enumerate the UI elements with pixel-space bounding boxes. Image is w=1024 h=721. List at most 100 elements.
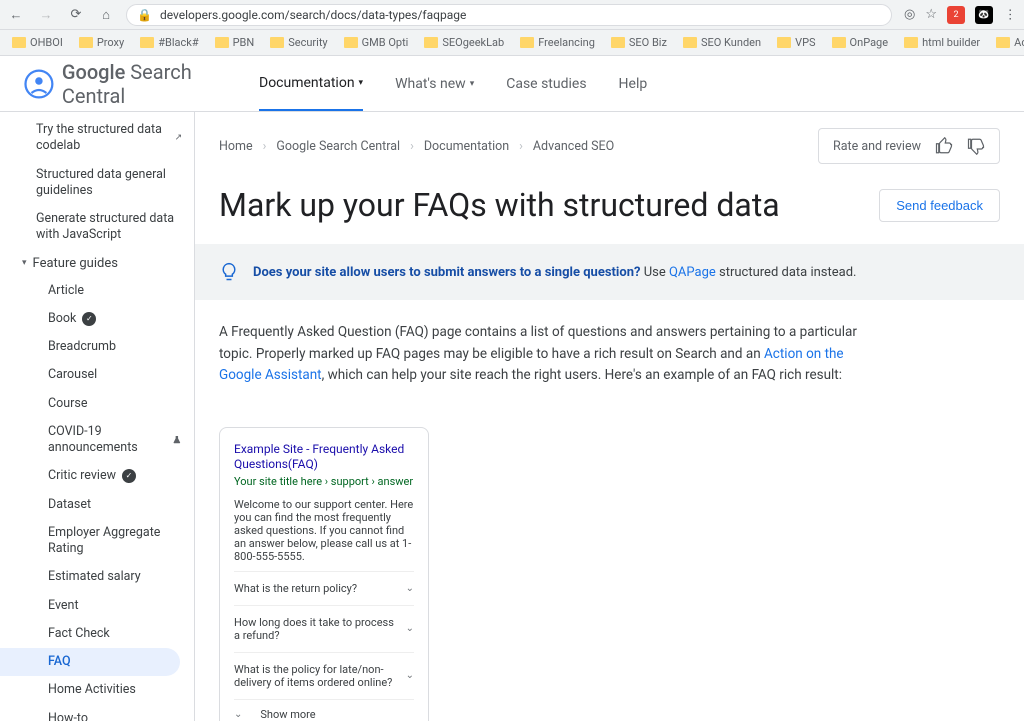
bookmark-item[interactable]: #Black# xyxy=(134,34,204,51)
breadcrumb: Home › Google Search Central › Documentation… xyxy=(219,139,614,154)
logo-text: Google Search Central xyxy=(62,60,259,108)
sidebar-item-book[interactable]: Book✓ xyxy=(0,305,194,333)
sidebar-group-feature-guides[interactable]: Feature guides xyxy=(0,250,194,277)
folder-icon xyxy=(832,37,846,48)
home-button[interactable]: ⌂ xyxy=(98,7,114,23)
folder-icon xyxy=(270,37,284,48)
folder-icon xyxy=(79,37,93,48)
sidebar-item-estimated-salary[interactable]: Estimated salary xyxy=(0,563,194,591)
bookmark-item[interactable]: Freelancing xyxy=(514,34,601,51)
sidebar-item-faq[interactable]: FAQ xyxy=(0,648,180,676)
sidebar-item-employer-aggregate-rating[interactable]: Employer Aggregate Rating xyxy=(0,519,194,564)
bookmark-item[interactable]: SEO Kunden xyxy=(677,34,767,51)
sidebar-item-covid-19-announcements[interactable]: COVID-19 announcements xyxy=(0,418,194,463)
example-show-more: ⌄Show more xyxy=(234,700,414,721)
folder-icon xyxy=(996,37,1010,48)
main-content[interactable]: Home › Google Search Central › Documentation… xyxy=(195,112,1024,721)
bookmark-item[interactable]: GMB Opti xyxy=(338,34,415,51)
send-feedback-button[interactable]: Send feedback xyxy=(879,189,1000,222)
chevron-down-icon: ⌄ xyxy=(406,670,414,681)
tip-banner: Does your site allow users to submit ans… xyxy=(195,244,1024,300)
address-bar[interactable]: 🔒 developers.google.com/search/docs/data… xyxy=(126,4,892,26)
example-url: Your site title here › support › answer xyxy=(234,475,414,488)
bookmarks-bar: OHBOIProxy#Black# PBNSecurity GMB OptiSEOg… xyxy=(0,30,1024,56)
sidebar-item-event[interactable]: Event xyxy=(0,592,194,620)
dropdown-icon: ▾ xyxy=(470,79,475,89)
breadcrumb-link[interactable]: Google Search Central xyxy=(276,139,400,154)
url-text: developers.google.com/search/docs/data-t… xyxy=(160,8,466,22)
sidebar-item-breadcrumb[interactable]: Breadcrumb xyxy=(0,333,194,361)
folder-icon xyxy=(904,37,918,48)
dropdown-icon: ▾ xyxy=(359,78,364,88)
search-central-icon xyxy=(24,69,54,99)
more-icon[interactable]: ⋯ xyxy=(1002,8,1017,21)
sidebar-item-course[interactable]: Course xyxy=(0,390,194,418)
site-header: Google Search Central Documentation ▾ Wha… xyxy=(0,56,1024,112)
folder-icon xyxy=(344,37,358,48)
forward-button[interactable]: → xyxy=(38,7,54,23)
target-icon[interactable]: ◎ xyxy=(904,7,915,22)
back-button[interactable]: ← xyxy=(8,7,24,23)
top-nav: Documentation ▾ What's new ▾ Case studies H… xyxy=(259,57,647,110)
bookmark-item[interactable]: Security xyxy=(264,34,333,51)
sidebar-item[interactable]: Try the structured data codelab xyxy=(0,116,194,161)
bookmark-item[interactable]: PBN xyxy=(209,34,261,51)
nav-help[interactable]: Help xyxy=(619,58,648,110)
bookmark-item[interactable]: OnPage xyxy=(826,34,895,51)
bookmark-item[interactable]: Proxy xyxy=(73,34,130,51)
lock-icon: 🔒 xyxy=(137,8,152,22)
intro-paragraph: A Frequently Asked Question (FAQ) page c… xyxy=(195,300,895,409)
breadcrumb-separator: › xyxy=(263,139,267,154)
chevron-down-icon: ⌄ xyxy=(406,583,414,594)
example-faq-row: What is the return policy?⌄ xyxy=(234,572,414,606)
rich-result-example: Example Site - Frequently Asked Question… xyxy=(219,427,429,721)
folder-icon xyxy=(215,37,229,48)
thumbs-up-icon[interactable] xyxy=(935,137,953,155)
example-description: Welcome to our support center. Here you … xyxy=(234,498,414,572)
bookmark-item[interactable]: html builder xyxy=(898,34,986,51)
flask-icon xyxy=(172,434,182,446)
verified-badge-icon: ✓ xyxy=(122,469,136,483)
bookmark-item[interactable]: SEOgeekLab xyxy=(418,34,510,51)
folder-icon xyxy=(424,37,438,48)
breadcrumb-link[interactable]: Advanced SEO xyxy=(533,139,614,154)
sidebar-item-fact-check[interactable]: Fact Check xyxy=(0,620,194,648)
rate-label: Rate and review xyxy=(833,139,921,154)
folder-icon xyxy=(140,37,154,48)
chevron-down-icon: ⌄ xyxy=(406,623,414,634)
bookmark-item[interactable]: VPS xyxy=(771,34,821,51)
bookmark-item[interactable]: SEO Biz xyxy=(605,34,673,51)
sidebar-item-home-activities[interactable]: Home Activities xyxy=(0,676,194,704)
tip-bold: Does your site allow users to submit ans… xyxy=(253,265,640,280)
nav-what-s-new[interactable]: What's new ▾ xyxy=(395,58,474,110)
sidebar[interactable]: Try the structured data codelab Structur… xyxy=(0,112,195,721)
reload-button[interactable]: ⟳ xyxy=(68,7,84,23)
breadcrumb-link[interactable]: Documentation xyxy=(424,139,509,154)
thumbs-down-icon[interactable] xyxy=(967,137,985,155)
bookmark-item[interactable]: OHBOI xyxy=(6,34,69,51)
chevron-down-icon: ⌄ xyxy=(234,709,242,720)
sidebar-item-article[interactable]: Article xyxy=(0,277,194,305)
browser-toolbar: ← → ⟳ ⌂ 🔒 developers.google.com/search/d… xyxy=(0,0,1024,30)
folder-icon xyxy=(12,37,26,48)
star-icon[interactable]: ☆ xyxy=(925,7,937,22)
sidebar-item-how-to[interactable]: How-to xyxy=(0,705,194,721)
nav-case-studies[interactable]: Case studies xyxy=(506,58,586,110)
extension-badge-2[interactable]: 🐼 xyxy=(975,6,993,24)
sidebar-item[interactable]: Generate structured data with JavaScript xyxy=(0,205,194,250)
example-title: Example Site - Frequently Asked Question… xyxy=(234,442,414,473)
folder-icon xyxy=(683,37,697,48)
nav-documentation[interactable]: Documentation ▾ xyxy=(259,57,363,111)
example-faq-row: How long does it take to process a refun… xyxy=(234,606,414,653)
sidebar-item-dataset[interactable]: Dataset xyxy=(0,491,194,519)
breadcrumb-link[interactable]: Home xyxy=(219,139,253,154)
sidebar-item-critic-review[interactable]: Critic review✓ xyxy=(0,462,194,490)
sidebar-item-carousel[interactable]: Carousel xyxy=(0,361,194,389)
qapage-link[interactable]: QAPage xyxy=(669,265,716,280)
rate-review-box: Rate and review xyxy=(818,128,1000,164)
sidebar-item[interactable]: Structured data general guidelines xyxy=(0,161,194,206)
logo[interactable]: Google Search Central xyxy=(24,60,259,108)
bookmark-item[interactable]: Accts xyxy=(990,34,1024,51)
extension-badge-1[interactable]: 2 xyxy=(947,6,965,24)
breadcrumb-separator: › xyxy=(410,139,414,154)
